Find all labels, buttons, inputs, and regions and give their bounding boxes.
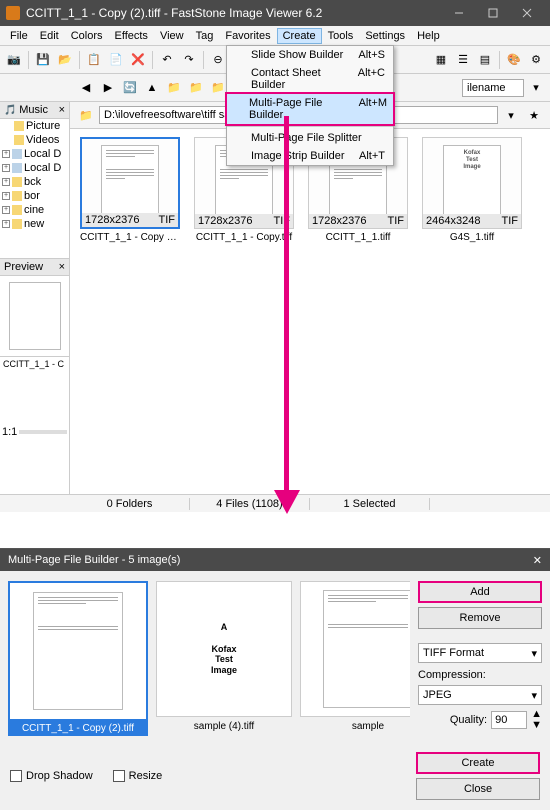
remove-button[interactable]: Remove xyxy=(418,607,542,629)
tree-item[interactable]: +bor xyxy=(0,189,69,203)
star-icon[interactable]: ★ xyxy=(524,105,544,125)
spin-down-icon[interactable]: ▼ xyxy=(531,720,542,731)
statusbar: 0 Folders 4 Files (1108) 1 Selected xyxy=(0,494,550,512)
menu-view[interactable]: View xyxy=(154,28,190,44)
grid-view-icon[interactable]: ▦ xyxy=(431,50,451,70)
save-icon[interactable]: 💾 xyxy=(33,50,53,70)
compression-label: Compression: xyxy=(418,669,542,681)
up-icon[interactable]: ▲ xyxy=(142,78,162,98)
menu-favorites[interactable]: Favorites xyxy=(219,28,276,44)
dropdown-item[interactable]: Slide Show BuilderAlt+S xyxy=(227,46,393,64)
status-files: 4 Files (1108) xyxy=(190,498,310,510)
close-button[interactable] xyxy=(510,0,544,26)
thumbnail[interactable]: 1728x2376TIFCCITT_1_1 - Copy (2)... xyxy=(78,137,182,243)
chevron-down-icon: ▾ xyxy=(531,647,537,660)
quality-spinner[interactable]: 90 xyxy=(491,711,527,729)
multipage-builder-dialog: Multi-Page File Builder - 5 image(s) ✕ C… xyxy=(0,548,550,810)
forward-icon[interactable]: ▶ xyxy=(98,78,118,98)
tree-item[interactable]: +bck xyxy=(0,175,69,189)
drop-shadow-check[interactable]: Drop Shadow xyxy=(10,770,93,782)
detail-view-icon[interactable]: ▤ xyxy=(475,50,495,70)
dropdown-item[interactable]: Contact Sheet BuilderAlt+C xyxy=(227,64,393,94)
resize-check[interactable]: Resize xyxy=(113,770,163,782)
thumbnail-grid: 1728x2376TIFCCITT_1_1 - Copy (2)...1728x… xyxy=(70,129,550,494)
menu-help[interactable]: Help xyxy=(411,28,446,44)
dialog-thumbnail[interactable]: sample xyxy=(300,581,410,736)
minimize-button[interactable] xyxy=(442,0,476,26)
chevron-down-icon: ▾ xyxy=(531,689,537,702)
dropdown-item[interactable]: Multi-Page File BuilderAlt+M xyxy=(225,92,395,126)
status-folders: 0 Folders xyxy=(70,498,190,510)
dialog-close-icon[interactable]: ✕ xyxy=(533,554,542,567)
tree-head: 🎵 Music × xyxy=(0,102,69,119)
back-icon[interactable]: ◀ xyxy=(76,78,96,98)
dialog-thumbnail[interactable]: CCITT_1_1 - Copy (2).tiff xyxy=(8,581,148,736)
zoom-slider[interactable] xyxy=(19,430,67,434)
menu-edit[interactable]: Edit xyxy=(34,28,65,44)
dropdown-item[interactable]: Image Strip BuilderAlt+T xyxy=(227,147,393,165)
camera-icon[interactable]: 📷 xyxy=(4,50,24,70)
preview-pane: Preview × 1:1 CCITT_1_1 - C xyxy=(0,258,70,440)
palette-icon[interactable]: 🎨 xyxy=(504,50,524,70)
menu-create[interactable]: Create xyxy=(277,28,322,44)
tree-item[interactable]: +new xyxy=(0,217,69,231)
window-title: CCITT_1_1 - Copy (2).tiff - FastStone Im… xyxy=(26,6,442,20)
maximize-button[interactable] xyxy=(476,0,510,26)
folder-open-icon[interactable]: 📂 xyxy=(55,50,75,70)
fav2-icon[interactable]: 📁 xyxy=(186,78,206,98)
titlebar: CCITT_1_1 - Copy (2).tiff - FastStone Im… xyxy=(0,0,550,26)
move-icon[interactable]: 📄 xyxy=(106,50,126,70)
preview-thumb[interactable] xyxy=(9,282,61,350)
dialog-title: Multi-Page File Builder - 5 image(s) xyxy=(8,554,180,566)
sort-combo[interactable]: ilename xyxy=(462,79,524,97)
create-button[interactable]: Create xyxy=(416,752,540,774)
create-dropdown: Slide Show BuilderAlt+SContact Sheet Bui… xyxy=(226,45,394,166)
delete-icon[interactable]: ❌ xyxy=(128,50,148,70)
dialog-thumbnail[interactable]: AKofaxTestImagesample (4).tiff xyxy=(156,581,292,736)
compression-select[interactable]: JPEG▾ xyxy=(418,685,542,705)
path-dropdown-icon[interactable]: ▾ xyxy=(501,105,521,125)
folder-icon: 📁 xyxy=(76,105,96,125)
tree-item[interactable]: +Local D xyxy=(0,161,69,175)
dialog-thumb-list: CCITT_1_1 - Copy (2).tiffAKofaxTestImage… xyxy=(8,581,410,736)
status-selected: 1 Selected xyxy=(310,498,430,510)
zoom-out-icon[interactable]: ⊖ xyxy=(208,50,228,70)
quality-label: Quality: xyxy=(450,714,487,726)
add-button[interactable]: Add xyxy=(418,581,542,603)
undo-icon[interactable]: ↶ xyxy=(157,50,177,70)
menu-settings[interactable]: Settings xyxy=(359,28,411,44)
preview-close-icon[interactable]: × xyxy=(59,261,65,273)
list-view-icon[interactable]: ☰ xyxy=(453,50,473,70)
menu-effects[interactable]: Effects xyxy=(109,28,154,44)
close-dialog-button[interactable]: Close xyxy=(416,778,540,800)
menu-tools[interactable]: Tools xyxy=(322,28,360,44)
dropdown-item[interactable]: Multi-Page File Splitter xyxy=(227,129,393,147)
thumbnail[interactable]: KofaxTestImage2464x3248TIFG4S_1.tiff xyxy=(420,137,524,243)
zoom-ratio: 1:1 xyxy=(2,426,17,438)
app-icon xyxy=(6,6,20,20)
settings-icon[interactable]: ⚙ xyxy=(526,50,546,70)
copy-icon[interactable]: 📋 xyxy=(84,50,104,70)
tree-item[interactable]: Videos xyxy=(0,133,69,147)
menu-file[interactable]: File xyxy=(4,28,34,44)
menu-tag[interactable]: Tag xyxy=(190,28,220,44)
tree-item[interactable]: +cine xyxy=(0,203,69,217)
fav1-icon[interactable]: 📁 xyxy=(164,78,184,98)
preview-head-label: Preview xyxy=(4,261,43,273)
tree-item[interactable]: Picture xyxy=(0,119,69,133)
menu-colors[interactable]: Colors xyxy=(65,28,109,44)
tree-item[interactable]: +Local D xyxy=(0,147,69,161)
refresh-icon[interactable]: 🔄 xyxy=(120,78,140,98)
preview-name: CCITT_1_1 - C xyxy=(0,356,69,371)
redo-icon[interactable]: ↷ xyxy=(179,50,199,70)
format-select[interactable]: TIFF Format▾ xyxy=(418,643,542,663)
menubar: FileEditColorsEffectsViewTagFavoritesCre… xyxy=(0,26,550,46)
sort-asc-icon[interactable]: ▾ xyxy=(526,78,546,98)
